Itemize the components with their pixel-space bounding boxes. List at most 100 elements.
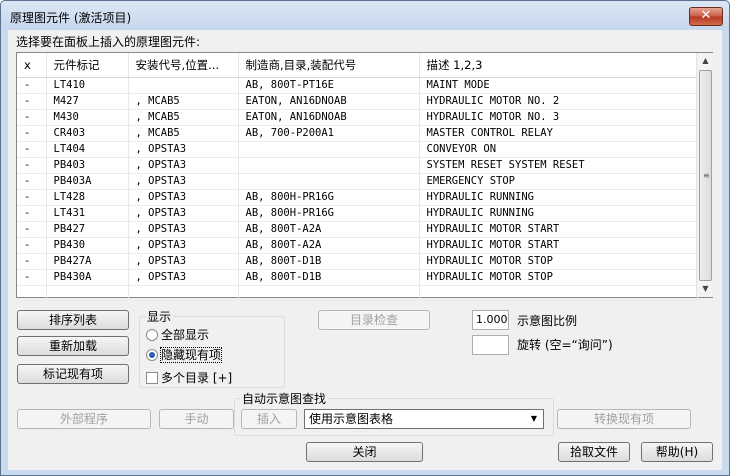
sort-list-button[interactable]: 排序列表 — [17, 310, 129, 330]
mark-existing-button[interactable]: 标记现有项 — [17, 364, 129, 384]
cell-location: , OPSTA3 — [128, 141, 239, 158]
lookup-method-value: 使用示意图表格 — [309, 412, 394, 426]
manual-button[interactable]: 手动 — [159, 409, 234, 429]
close-icon: ✕ — [700, 8, 712, 23]
help-button[interactable]: 帮助(H) — [641, 442, 713, 462]
dialog-body: 选择要在面板上插入的原理图元件: x 元件标记 安装代号,位置... 制造商,目… — [8, 30, 722, 470]
radio-hide-existing[interactable]: 隐藏现有项 — [146, 346, 223, 363]
dialog-window: 原理图元件 (激活项目) ✕ 选择要在面板上插入的原理图元件: x 元件标记 安… — [0, 0, 730, 476]
cell-tag: CR403 — [46, 125, 129, 142]
cell-tag: PB427 — [46, 221, 129, 238]
table-row[interactable]: - PB403A, OPSTA3 EMERGENCY STOP — [17, 173, 698, 190]
scrollbar-thumb[interactable]: ≡ — [699, 70, 712, 281]
cell-x: - — [17, 189, 47, 206]
cell-catalog: AB, 700-P200A1 — [238, 125, 420, 142]
cell-location: , OPSTA3 — [128, 157, 239, 174]
cell-location: , OPSTA3 — [128, 189, 239, 206]
cell-tag: LT431 — [46, 205, 129, 222]
display-group-title: 显示 — [145, 308, 174, 325]
scroll-up-icon[interactable]: ▲ — [697, 53, 714, 69]
column-header-description[interactable]: 描述 1,2,3 — [419, 53, 698, 78]
cell-tag: M430 — [46, 109, 129, 126]
cell-catalog: AB, 800T-PT16E — [238, 77, 420, 94]
cell-location: , OPSTA3 — [128, 173, 239, 190]
table-row[interactable]: - PB430A, OPSTA3 AB, 800T-D1B HYDRAULIC MOT… — [17, 269, 698, 286]
cell-tag: PB403A — [46, 173, 129, 190]
cell-catalog: AB, 800H-PR16G — [238, 189, 420, 206]
table-row[interactable] — [17, 285, 698, 301]
cell-catalog — [238, 141, 420, 158]
cell-x: - — [17, 253, 47, 270]
lookup-method-dropdown[interactable]: 使用示意图表格 ▼ — [304, 409, 544, 429]
cell-location: , MCAB5 — [128, 125, 239, 142]
component-table[interactable]: x 元件标记 安装代号,位置... 制造商,目录,装配代号 描述 1,2,3 -… — [16, 52, 713, 301]
radio-circle-icon — [146, 329, 158, 341]
table-row[interactable]: - LT431, OPSTA3 AB, 800H-PR16G HYDRAULIC RU… — [17, 205, 698, 222]
checkbox-icon — [146, 372, 158, 384]
swap-existing-button[interactable]: 转换现有项 — [557, 409, 691, 429]
cell-catalog: AB, 800H-PR16G — [238, 205, 420, 222]
rotation-input[interactable] — [472, 335, 509, 355]
cell-x: - — [17, 125, 47, 142]
close-button[interactable]: 关闭 — [306, 442, 423, 462]
catalog-check-button[interactable]: 目录检查 — [318, 310, 430, 330]
column-header-tag[interactable]: 元件标记 — [46, 53, 129, 78]
cell-catalog: EATON, AN16DNOAB — [238, 109, 420, 126]
vertical-scrollbar[interactable]: ▲ ≡ ▼ — [696, 53, 713, 297]
cell-location: , OPSTA3 — [128, 269, 239, 286]
cell-location — [128, 77, 239, 94]
cell-x: - — [17, 221, 47, 238]
external-program-button[interactable]: 外部程序 — [17, 409, 151, 429]
cell-location: , MCAB5 — [128, 109, 239, 126]
table-row[interactable]: - PB427A, OPSTA3 AB, 800T-D1B HYDRAULIC MOT… — [17, 253, 698, 270]
chevron-down-icon: ▼ — [530, 414, 538, 423]
cell-x: - — [17, 205, 47, 222]
cell-location — [128, 285, 239, 301]
cell-location: , OPSTA3 — [128, 237, 239, 254]
cell-catalog — [238, 285, 420, 301]
instruction-label: 选择要在面板上插入的原理图元件: — [16, 35, 201, 49]
cell-x: - — [17, 141, 47, 158]
title-bar[interactable]: 原理图元件 (激活项目) ✕ — [1, 1, 729, 31]
cell-description: SYSTEM RESET SYSTEM RESET — [419, 157, 698, 174]
cell-x: - — [17, 157, 47, 174]
table-row[interactable]: - LT428, OPSTA3 AB, 800H-PR16G HYDRAULIC RU… — [17, 189, 698, 206]
radio-selected-icon — [146, 349, 158, 361]
cell-x — [17, 285, 47, 301]
cell-catalog: AB, 800T-A2A — [238, 237, 420, 254]
reload-button[interactable]: 重新加载 — [17, 336, 129, 356]
rotation-label: 旋转 (空=“询问”) — [517, 338, 613, 352]
scale-input[interactable]: 1.000 — [472, 310, 509, 330]
multi-catalog-label: 多个目录 [+] — [161, 371, 233, 385]
cell-x: - — [17, 109, 47, 126]
cell-description: HYDRAULIC MOTOR STOP — [419, 253, 698, 270]
table-row[interactable]: - PB427, OPSTA3 AB, 800T-A2A HYDRAULIC MOTO… — [17, 221, 698, 238]
pick-file-button[interactable]: 拾取文件 — [558, 442, 630, 462]
table-row[interactable]: - M430, MCAB5 EATON, AN16DNOAB HYDRAULIC MO… — [17, 109, 698, 126]
cell-catalog: AB, 800T-D1B — [238, 253, 420, 270]
close-window-button[interactable]: ✕ — [689, 7, 723, 26]
cell-description: HYDRAULIC MOTOR NO. 2 — [419, 93, 698, 110]
table-row[interactable]: - CR403, MCAB5 AB, 700-P200A1 MASTER CONTRO… — [17, 125, 698, 142]
column-header-x[interactable]: x — [17, 53, 47, 78]
table-row[interactable]: - M427, MCAB5 EATON, AN16DNOAB HYDRAULIC MO… — [17, 93, 698, 110]
table-row[interactable]: - PB403, OPSTA3 SYSTEM RESET SYSTEM RESET — [17, 157, 698, 174]
multi-catalog-checkbox[interactable]: 多个目录 [+] — [146, 369, 232, 386]
column-header-location[interactable]: 安装代号,位置... — [128, 53, 239, 78]
radio-hide-existing-label: 隐藏现有项 — [159, 347, 223, 363]
cell-tag: PB430A — [46, 269, 129, 286]
table-row[interactable]: - PB430, OPSTA3 AB, 800T-A2A HYDRAULIC MOTO… — [17, 237, 698, 254]
insert-button[interactable]: 插入 — [241, 409, 297, 429]
cell-tag: PB427A — [46, 253, 129, 270]
radio-show-all[interactable]: 全部显示 — [146, 326, 209, 343]
auto-lookup-title: 自动示意图查找 — [240, 390, 329, 407]
table-row[interactable]: - LT404, OPSTA3 CONVEYOR ON — [17, 141, 698, 158]
cell-description: HYDRAULIC MOTOR START — [419, 237, 698, 254]
scroll-down-icon[interactable]: ▼ — [697, 281, 714, 297]
cell-catalog: AB, 800T-D1B — [238, 269, 420, 286]
column-header-catalog[interactable]: 制造商,目录,装配代号 — [238, 53, 420, 78]
cell-x: - — [17, 269, 47, 286]
table-row[interactable]: - LT410 AB, 800T-PT16E MAINT MODE — [17, 77, 698, 94]
scale-label: 示意图比例 — [517, 314, 578, 328]
cell-description: HYDRAULIC MOTOR START — [419, 221, 698, 238]
